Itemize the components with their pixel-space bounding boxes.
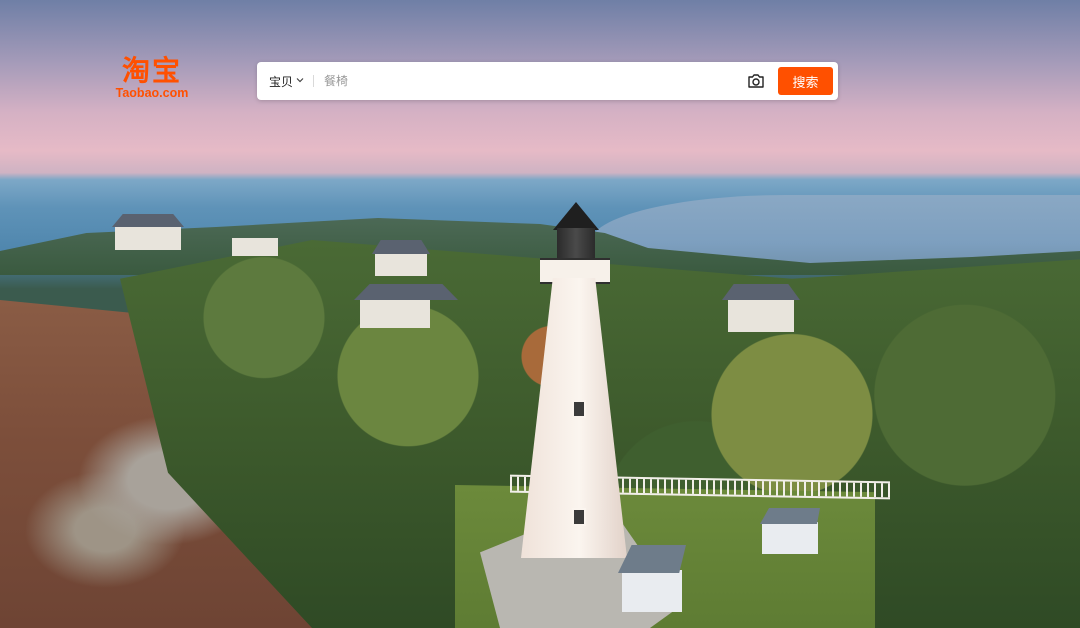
logo-text-en: Taobao.com	[115, 86, 189, 100]
search-scope-label: 宝贝	[269, 74, 294, 89]
house-roof	[112, 214, 184, 227]
chevron-down-icon	[296, 76, 304, 86]
taobao-logo[interactable]: 淘宝 Taobao.com	[110, 56, 194, 104]
logo-text-cn: 淘宝	[121, 54, 182, 87]
house-roof	[354, 284, 458, 300]
house	[728, 298, 794, 332]
shed	[762, 522, 818, 554]
lighthouse-cap	[553, 202, 599, 230]
house	[232, 238, 278, 256]
search-button[interactable]: 搜索	[778, 67, 833, 95]
shed	[622, 570, 682, 612]
camera-icon[interactable]	[746, 71, 766, 91]
lighthouse-window	[572, 400, 586, 418]
divider	[313, 75, 315, 87]
search-input[interactable]	[324, 74, 746, 88]
search-bar: 宝贝 搜索	[257, 62, 838, 100]
lighthouse-window	[572, 508, 586, 526]
house-roof	[372, 240, 430, 254]
search-scope-dropdown[interactable]: 宝贝	[269, 73, 304, 90]
house	[115, 226, 181, 250]
shed-roof	[760, 508, 820, 524]
lighthouse-lantern	[557, 228, 595, 260]
house-roof	[722, 284, 800, 300]
house	[360, 298, 430, 328]
house	[375, 252, 427, 276]
